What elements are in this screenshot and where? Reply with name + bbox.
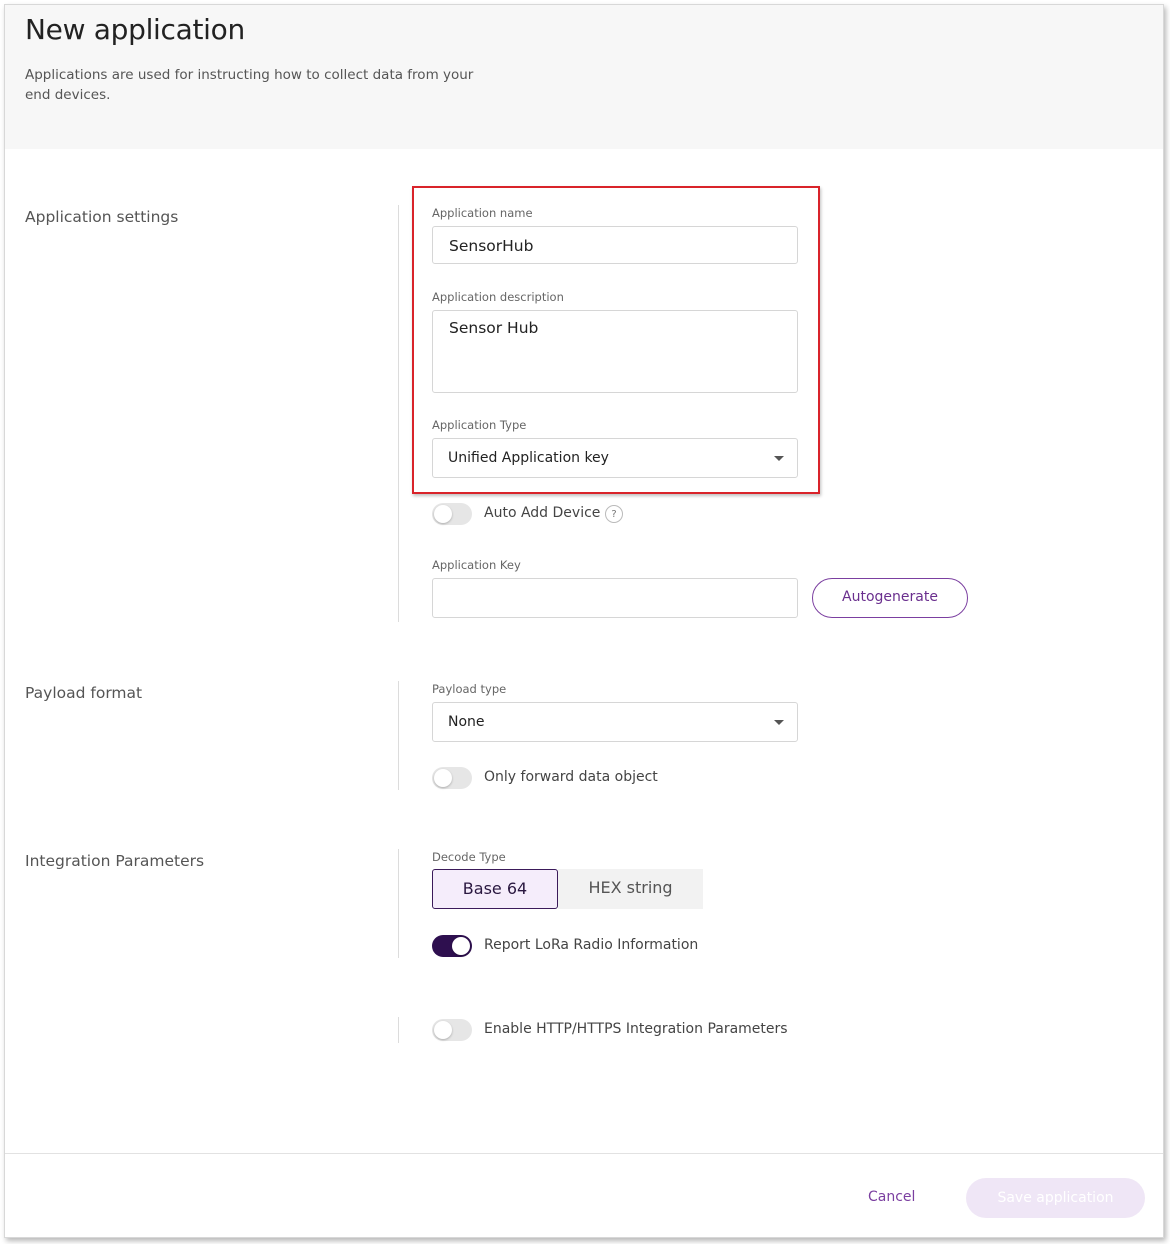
save-application-button[interactable]: Save application: [966, 1178, 1145, 1218]
chevron-down-icon: [774, 456, 784, 461]
only-forward-data-object-label: Only forward data object: [484, 769, 658, 785]
application-key-input[interactable]: [432, 578, 798, 618]
section-divider: [398, 681, 399, 790]
decode-type-label: Decode Type: [432, 850, 506, 864]
payload-type-label: Payload type: [432, 682, 507, 696]
section-label-integration-parameters: Integration Parameters: [25, 852, 205, 870]
section-label-application-settings: Application settings: [25, 208, 179, 226]
autogenerate-button[interactable]: Autogenerate: [812, 578, 968, 618]
page-title: New application: [25, 13, 245, 46]
toggle-knob: [452, 937, 470, 955]
new-application-panel: New application Applications are used fo…: [4, 4, 1164, 1238]
section-label-payload-format: Payload format: [25, 684, 143, 702]
payload-type-value: None: [448, 714, 485, 730]
auto-add-device-label: Auto Add Device: [484, 505, 601, 521]
payload-type-select[interactable]: None: [432, 702, 798, 742]
cancel-button[interactable]: Cancel: [868, 1189, 915, 1205]
section-divider: [398, 205, 399, 622]
chevron-down-icon: [774, 720, 784, 725]
decode-type-base64[interactable]: Base 64: [432, 869, 558, 909]
report-lora-radio-label: Report LoRa Radio Information: [484, 937, 699, 953]
decode-type-hex-string[interactable]: HEX string: [558, 869, 703, 909]
section-divider: [398, 1017, 399, 1043]
application-name-label: Application name: [432, 206, 533, 220]
enable-http-integration-toggle[interactable]: [432, 1019, 472, 1041]
footer-divider: [5, 1153, 1163, 1154]
page-subtitle: Applications are used for instructing ho…: [25, 67, 474, 103]
toggle-knob: [434, 1021, 452, 1039]
section-divider: [398, 849, 399, 958]
application-key-label: Application Key: [432, 558, 521, 572]
application-type-label: Application Type: [432, 418, 527, 432]
application-type-select[interactable]: Unified Application key: [432, 438, 798, 478]
toggle-knob: [434, 505, 452, 523]
auto-add-device-toggle[interactable]: [432, 503, 472, 525]
application-name-input[interactable]: SensorHub: [432, 226, 798, 264]
enable-http-integration-label: Enable HTTP/HTTPS Integration Parameters: [484, 1021, 788, 1037]
only-forward-data-object-toggle[interactable]: [432, 767, 472, 789]
help-icon[interactable]: ?: [605, 505, 623, 523]
application-description-label: Application description: [432, 290, 564, 304]
toggle-knob: [434, 769, 452, 787]
report-lora-radio-toggle[interactable]: [432, 935, 472, 957]
application-description-textarea[interactable]: Sensor Hub: [432, 310, 798, 393]
application-type-value: Unified Application key: [448, 450, 609, 466]
page-header: New application Applications are used fo…: [5, 5, 1163, 149]
